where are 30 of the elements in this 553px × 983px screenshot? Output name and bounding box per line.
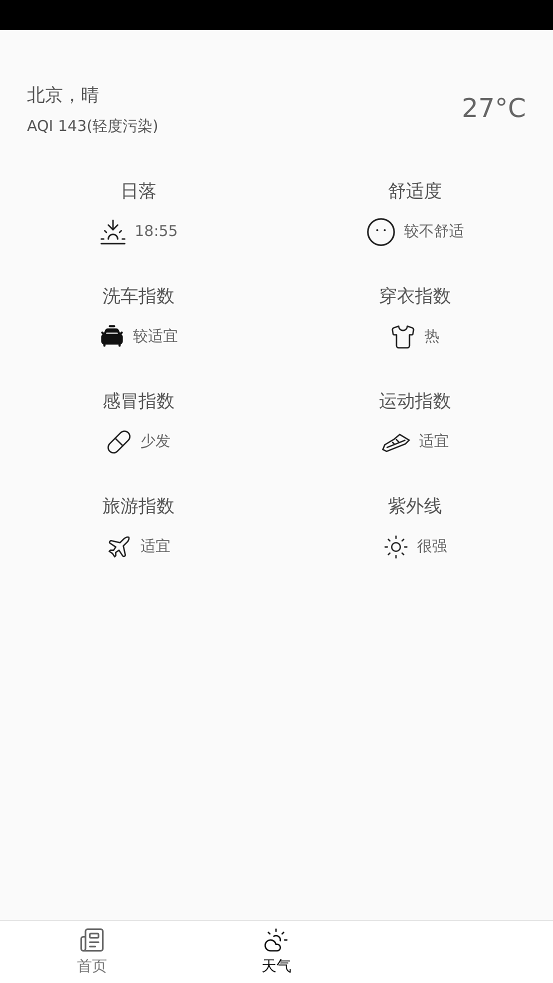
index-value: 较适宜: [132, 326, 178, 348]
airplane-icon: [106, 534, 132, 560]
aqi-text: AQI 143(轻度污染): [27, 116, 158, 137]
index-title: 感冒指数: [102, 390, 174, 414]
sunset-icon: [98, 218, 127, 246]
index-title: 紫外线: [388, 494, 442, 518]
index-value: 较不舒适: [404, 221, 464, 242]
index-title: 运动指数: [378, 390, 451, 414]
shirt-icon: [390, 324, 416, 350]
temperature: 27°C: [462, 93, 526, 126]
newspaper-icon: [79, 926, 106, 953]
index-title: 穿衣指数: [378, 284, 451, 308]
index-value: 热: [424, 326, 440, 348]
face-icon: [366, 216, 396, 246]
index-title: 舒适度: [388, 180, 442, 204]
index-value: 适宜: [140, 536, 170, 558]
index-title: 洗车指数: [102, 284, 174, 308]
cloud-sun-icon: [263, 926, 290, 953]
index-title: 旅游指数: [102, 494, 174, 518]
index-value: 很强: [416, 536, 447, 558]
pill-icon: [106, 428, 132, 454]
tab[interactable]: 天气: [184, 921, 369, 983]
index-value: 18:55: [134, 221, 178, 242]
car-icon: [98, 324, 125, 350]
tab[interactable]: 首页: [0, 921, 184, 983]
index-title: 日落: [120, 180, 156, 204]
sun-icon: [382, 534, 409, 560]
index-value: 适宜: [418, 431, 449, 452]
location-weather: 北京，晴: [27, 84, 100, 108]
index-value: 少发: [140, 431, 170, 452]
